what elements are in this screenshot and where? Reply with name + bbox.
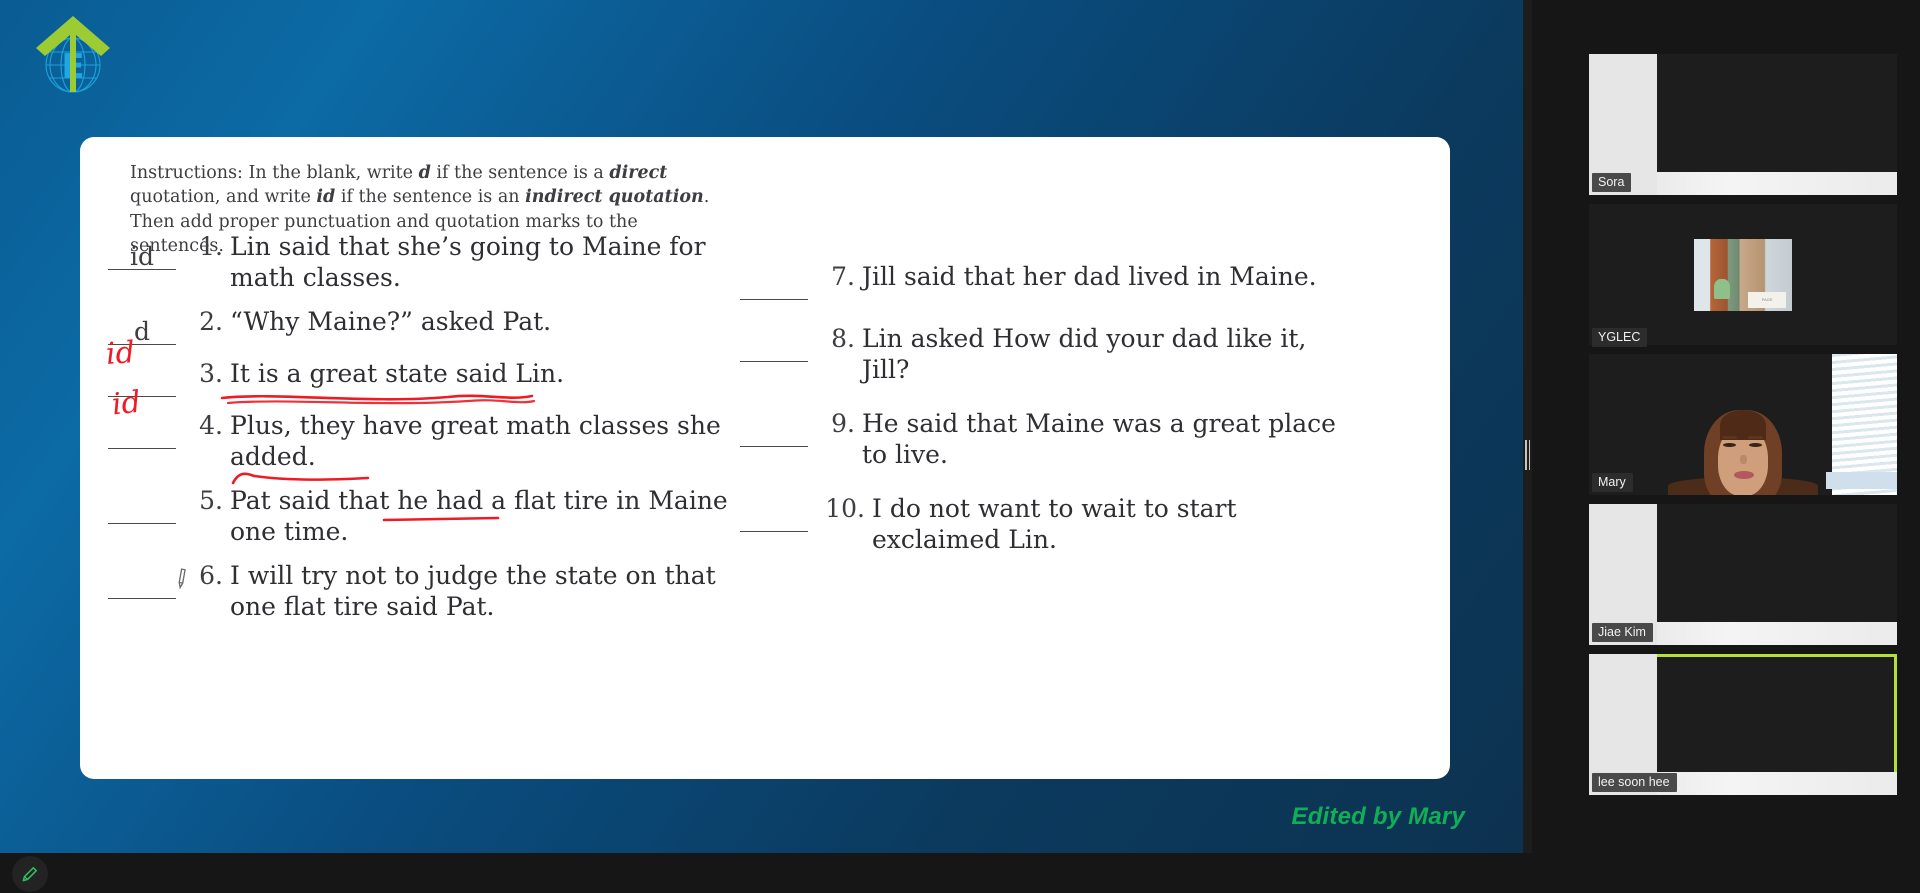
window-sill-background	[1826, 472, 1897, 490]
participant-tile-sora[interactable]: Sora	[1589, 54, 1897, 195]
exercise-item-9[interactable]: 9. He said that Maine was a great place …	[740, 409, 1360, 470]
instructions-em-d: d	[418, 163, 431, 183]
instructions-part4: if the sentence is an	[335, 187, 526, 208]
exercise-item-7[interactable]: 7. Jill said that her dad lived in Maine…	[740, 262, 1360, 300]
answer-blank-7[interactable]	[740, 266, 808, 300]
exercise-column-left: id 1. Lin said that she’s going to Maine…	[105, 232, 728, 636]
item-number-4: 4.	[199, 411, 223, 440]
exercise-item-6[interactable]: 6. I will try not to judge the state on …	[108, 561, 728, 622]
exercise-column-right: 7. Jill said that her dad lived in Maine…	[740, 262, 1360, 569]
exercise-item-8[interactable]: 8. Lin asked How did your dad like it, J…	[740, 324, 1360, 385]
exercise-item-3[interactable]: id 3. It is a great state said Lin.	[105, 335, 728, 405]
red-underline-item-3	[220, 394, 536, 405]
participant-video-yglec: PAGE	[1589, 204, 1897, 345]
video-bottom-strip	[1589, 172, 1897, 195]
answer-blank-3[interactable]: id	[105, 335, 176, 397]
item-number-5: 5.	[199, 486, 223, 515]
annotate-pen-button[interactable]	[12, 856, 48, 892]
answer-blank-2[interactable]: d	[108, 311, 176, 345]
item-number-2: 2.	[199, 307, 223, 336]
bottom-toolbar	[0, 853, 1523, 893]
item-text-7: Jill said that her dad lived in Maine.	[862, 262, 1317, 291]
person-lips	[1734, 471, 1754, 480]
item-text-6: I will try not to judge the state on tha…	[230, 561, 716, 621]
item-number-9: 9.	[831, 409, 855, 438]
participant-name-mary: Mary	[1592, 473, 1633, 492]
answer-blank-4[interactable]: id	[108, 385, 176, 449]
green-arrow-globe-icon: E	[36, 16, 110, 93]
panel-divider-grip[interactable]	[1524, 440, 1531, 470]
meeting-screen: E Instructions: In the blank, write d if…	[0, 0, 1920, 893]
item-text-1: Lin said that she’s going to Maine for m…	[230, 232, 706, 292]
instructions-part3: quotation, and write	[130, 187, 317, 208]
participant-name-sora: Sora	[1592, 173, 1632, 192]
answer-blank-10[interactable]	[740, 498, 808, 532]
instructions-em-indirect: indirect quotation	[525, 187, 704, 208]
person-eye-left	[1723, 443, 1736, 448]
instructions-part2: if the sentence is a	[430, 163, 610, 183]
participant-strip: Sora PAGE YGLEC Mary Jiae Kim lee soon h…	[1566, 0, 1920, 893]
answer-blank-1[interactable]: id	[108, 236, 176, 270]
instructions-em-id: id	[316, 187, 336, 208]
handwritten-answer-4: id	[110, 384, 143, 423]
item-number-8: 8.	[831, 324, 855, 353]
person-brow-left	[1722, 436, 1737, 440]
participant-video-sora	[1589, 54, 1897, 195]
instructions-em-direct: direct	[609, 163, 668, 183]
item-number-1: 1.	[199, 232, 223, 261]
item-text-2: “Why Maine?” asked Pat.	[230, 307, 552, 336]
participant-tile-lee-soon-hee[interactable]: lee soon hee	[1589, 654, 1897, 795]
item-number-10: 10.	[825, 494, 865, 523]
answer-blank-8[interactable]	[740, 328, 808, 362]
exercise-item-4[interactable]: id 4. Plus, they have great math classes…	[108, 385, 728, 485]
person-brow-right	[1748, 436, 1763, 440]
participant-name-yglec: YGLEC	[1592, 328, 1648, 347]
exercise-item-5[interactable]: 5. Pat said that he had a flat tire in M…	[108, 486, 728, 547]
item-text-8: Lin asked How did your dad like it, Jill…	[862, 324, 1307, 384]
item-number-3: 3.	[199, 359, 223, 388]
grip-line	[1525, 440, 1527, 470]
participant-tile-mary[interactable]: Mary	[1589, 354, 1897, 495]
item-text-3: It is a great state said Lin.	[230, 359, 565, 388]
shared-screen-area: E Instructions: In the blank, write d if…	[0, 0, 1523, 853]
person-eye-right	[1749, 443, 1762, 448]
item-text-10: I do not want to wait to start exclaimed…	[872, 494, 1237, 554]
grip-line	[1528, 440, 1530, 470]
person-head	[1704, 410, 1782, 495]
edited-by-watermark: Edited by Mary	[1291, 803, 1465, 830]
person-nose	[1740, 455, 1747, 465]
answer-blank-6[interactable]	[108, 565, 176, 599]
participant-name-jiae-kim: Jiae Kim	[1592, 623, 1653, 642]
answer-blank-9[interactable]	[740, 413, 808, 447]
pencil-icon	[22, 866, 38, 882]
item-text-4: Plus, they have great math classes she a…	[230, 411, 721, 471]
handwritten-answer-3: id	[104, 335, 136, 372]
participant-tile-yglec[interactable]: PAGE YGLEC	[1589, 204, 1897, 347]
instructions-part1: Instructions: In the blank, write	[130, 163, 419, 183]
item-number-7: 7.	[831, 262, 855, 291]
organization-logo: E	[30, 8, 116, 100]
answer-blank-5[interactable]	[108, 490, 176, 524]
paper-decoration: PAGE	[1748, 291, 1787, 308]
exercise-item-2[interactable]: d 2. “Why Maine?” asked Pat.	[108, 307, 728, 345]
exercise-item-1[interactable]: id 1. Lin said that she’s going to Maine…	[108, 232, 728, 293]
video-thumbnail-image: PAGE	[1694, 238, 1792, 311]
item-text-5: Pat said that he had a flat tire in Main…	[230, 486, 728, 546]
participant-tile-jiae-kim[interactable]: Jiae Kim	[1589, 504, 1897, 645]
panel-divider[interactable]	[1523, 0, 1532, 853]
participant-video-mary	[1589, 354, 1897, 495]
plant-decoration	[1713, 278, 1730, 299]
worksheet-slide: Instructions: In the blank, write d if t…	[80, 137, 1450, 779]
participant-name-lee-soon-hee: lee soon hee	[1592, 773, 1677, 792]
exercise-item-10[interactable]: 10. I do not want to wait to start excla…	[740, 494, 1360, 555]
item-text-9: He said that Maine was a great place to …	[862, 409, 1336, 469]
